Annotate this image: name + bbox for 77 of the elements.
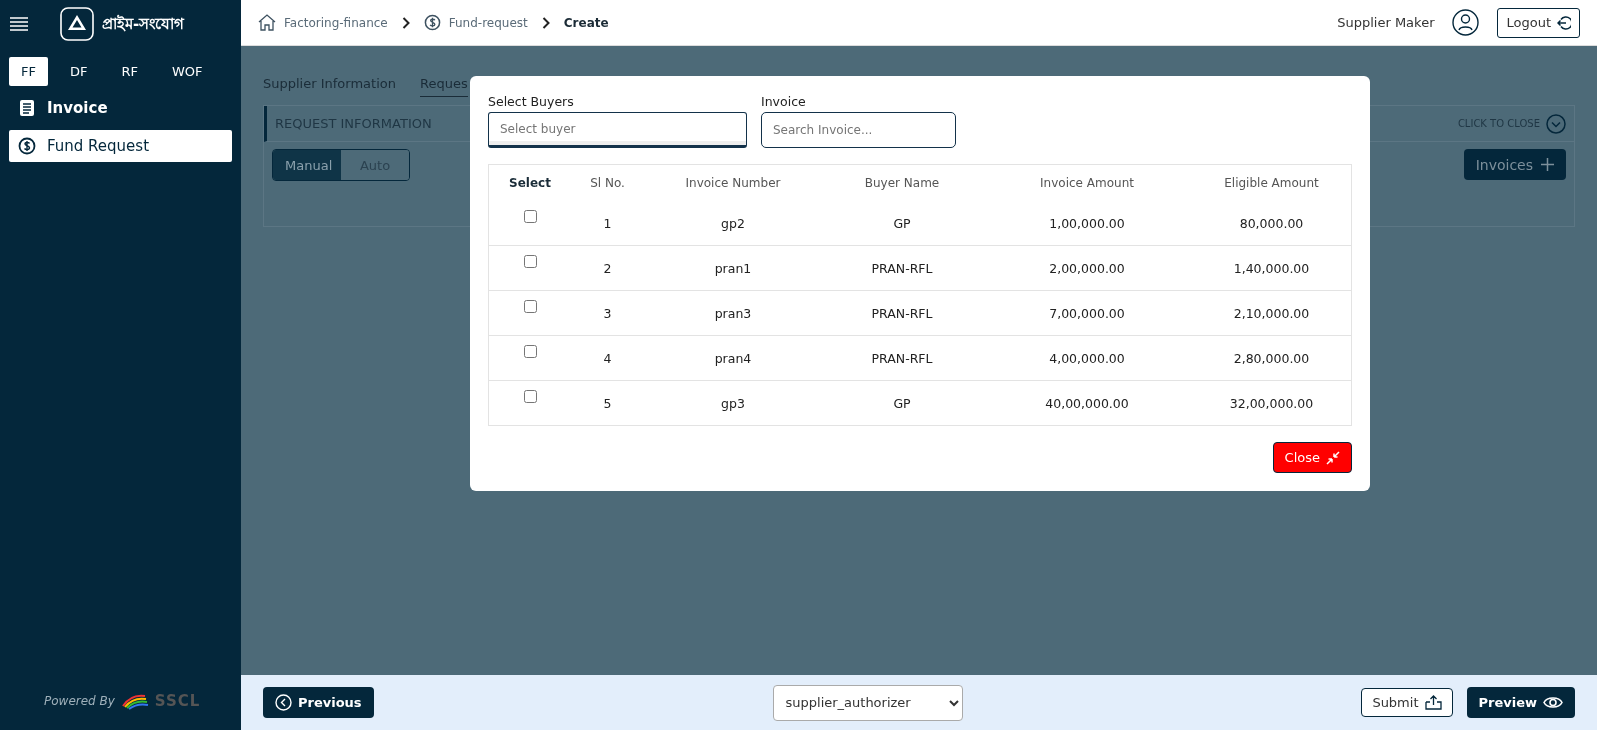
rainbow-logo-icon bbox=[120, 692, 149, 710]
logo-icon bbox=[60, 7, 94, 41]
menu-icon[interactable] bbox=[10, 17, 28, 31]
column-header: Buyer Name bbox=[863, 176, 941, 190]
plus-icon bbox=[1541, 158, 1554, 171]
powered-by-text: Powered By bbox=[44, 694, 115, 708]
row-checkbox[interactable] bbox=[523, 299, 537, 313]
dollar-icon bbox=[18, 137, 36, 155]
logout-button[interactable]: Logout bbox=[1497, 7, 1580, 38]
previous-button[interactable]: Previous bbox=[263, 687, 374, 718]
table-cell-text: gp3 bbox=[720, 395, 746, 411]
home-icon bbox=[258, 14, 276, 31]
sidebar-item[interactable]: Fund Request bbox=[9, 130, 232, 162]
chevron-right-icon bbox=[401, 16, 410, 29]
table-cell-text: 2,80,000.00 bbox=[1232, 350, 1311, 366]
row-checkbox[interactable] bbox=[523, 209, 537, 223]
table-cell-text: 7,00,000.00 bbox=[1048, 305, 1126, 321]
table-cell-text: 4,00,000.00 bbox=[1048, 350, 1126, 366]
column-header: Eligible Amount bbox=[1223, 176, 1320, 190]
column-header: Select bbox=[508, 176, 552, 190]
breadcrumb-link[interactable]: Factoring-finance bbox=[284, 15, 388, 30]
user-icon[interactable] bbox=[1452, 9, 1480, 36]
table-cell-text: 80,000.00 bbox=[1238, 215, 1305, 231]
chevron-right-icon bbox=[541, 16, 550, 29]
table-cell-text: 5 bbox=[602, 395, 613, 411]
column-header: Invoice Amount bbox=[1039, 176, 1135, 190]
table-cell-text: 1 bbox=[602, 215, 613, 231]
upload-icon bbox=[1424, 695, 1442, 710]
collapse-arrows-icon bbox=[1326, 450, 1340, 465]
product-tab[interactable]: DF bbox=[57, 57, 100, 86]
invoice-search-field[interactable]: Search Invoice... bbox=[761, 112, 956, 148]
column-header: Sl No. bbox=[589, 176, 626, 190]
dollar-icon bbox=[423, 14, 441, 31]
chevron-down-circle-icon[interactable] bbox=[1546, 113, 1566, 134]
logout-icon bbox=[1557, 15, 1571, 30]
row-checkbox[interactable] bbox=[523, 254, 537, 268]
table-cell-text: 2 bbox=[602, 260, 613, 276]
product-tab[interactable]: WOF bbox=[160, 57, 215, 86]
eye-icon bbox=[1543, 695, 1563, 710]
table-cell-text: gp2 bbox=[720, 215, 746, 231]
table-cell-text: 1,40,000.00 bbox=[1232, 260, 1311, 276]
table-cell-text: 1,00,000.00 bbox=[1048, 215, 1126, 231]
table-cell-text: GP bbox=[892, 395, 912, 411]
app-logo-text: প্রাইম-সংযোগ bbox=[102, 13, 185, 35]
table-cell-text: pran3 bbox=[713, 305, 753, 321]
row-checkbox[interactable] bbox=[523, 389, 537, 403]
table-cell-text: GP bbox=[892, 215, 912, 231]
buyer-select-field[interactable]: Select buyer bbox=[488, 112, 747, 148]
user-name: Supplier Maker bbox=[1337, 15, 1435, 30]
table-cell-text: 3 bbox=[602, 305, 613, 321]
sidebar-item[interactable]: Invoice bbox=[9, 92, 232, 124]
table-cell-text: PRAN-RFL bbox=[870, 305, 934, 321]
document-icon bbox=[18, 99, 36, 117]
product-tab[interactable]: RF bbox=[109, 57, 150, 86]
table-cell-text: pran4 bbox=[713, 350, 753, 366]
table-cell-text: pran1 bbox=[713, 260, 753, 276]
column-header: Invoice Number bbox=[684, 176, 782, 190]
brand-text: SSCL bbox=[154, 692, 201, 710]
row-checkbox[interactable] bbox=[523, 344, 537, 358]
table-cell-text: PRAN-RFL bbox=[870, 260, 934, 276]
field-label: Invoice bbox=[761, 94, 807, 109]
chevron-left-circle-icon bbox=[275, 694, 292, 711]
table-cell-text: 2,10,000.00 bbox=[1232, 305, 1311, 321]
field-label: Select Buyers bbox=[488, 94, 575, 109]
table-cell-text: 40,00,000.00 bbox=[1044, 395, 1130, 411]
breadcrumb-link[interactable]: Fund-request bbox=[448, 15, 528, 30]
product-tab[interactable]: FF bbox=[9, 57, 48, 86]
invoices-button[interactable]: Invoices bbox=[1463, 149, 1566, 180]
table-cell-text: 32,00,000.00 bbox=[1228, 395, 1315, 411]
table-cell-text: 4 bbox=[602, 350, 613, 366]
submit-button[interactable]: Submit bbox=[1361, 688, 1453, 717]
preview-button[interactable]: Preview bbox=[1466, 687, 1575, 718]
close-button[interactable]: Close bbox=[1272, 442, 1352, 473]
role-select[interactable]: supplier_authorizer bbox=[772, 684, 963, 721]
table-cell-text: 2,00,000.00 bbox=[1048, 260, 1126, 276]
mode-toggle[interactable]: Manual bbox=[273, 150, 341, 180]
table-cell-text: PRAN-RFL bbox=[870, 350, 934, 366]
